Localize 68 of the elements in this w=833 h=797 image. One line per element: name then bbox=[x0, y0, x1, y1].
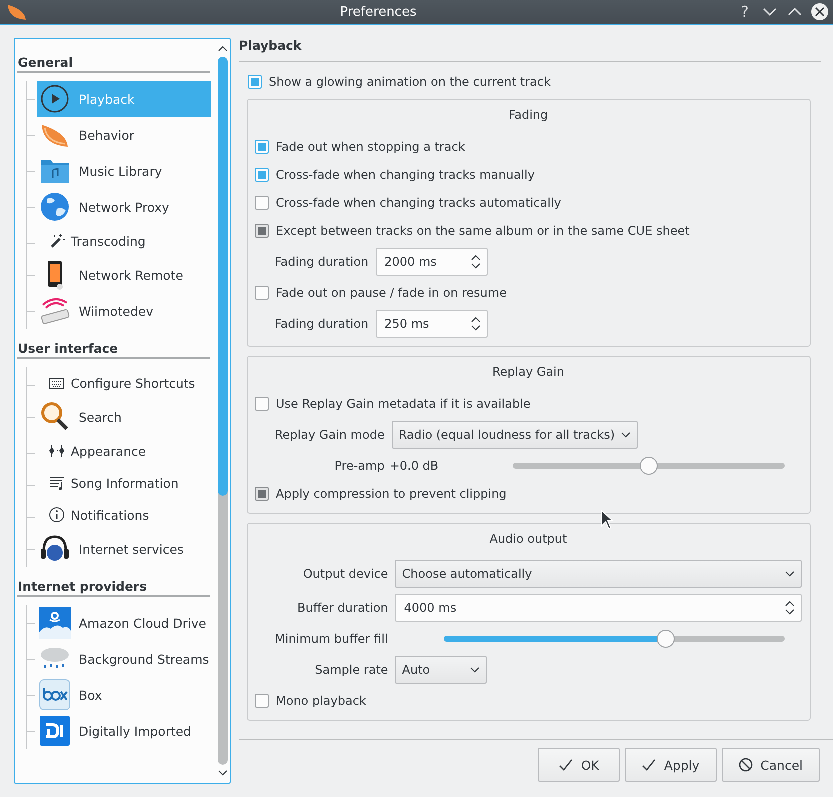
checkbox[interactable] bbox=[255, 286, 269, 300]
dropdown[interactable]: Radio (equal loudness for all tracks) bbox=[392, 421, 638, 449]
field-label: Fading duration bbox=[274, 317, 369, 331]
scrollbar[interactable] bbox=[218, 57, 228, 765]
dropdown[interactable]: Auto bbox=[395, 656, 488, 684]
checkbox[interactable] bbox=[255, 168, 269, 182]
checkbox-label: Show a glowing animation on the current track bbox=[269, 75, 551, 89]
group-header: General bbox=[17, 49, 210, 73]
field-label: Sample rate bbox=[314, 663, 388, 677]
dialog-button[interactable]: Apply bbox=[625, 748, 717, 782]
spin-arrows-icon[interactable] bbox=[470, 254, 481, 270]
field-label: Replay Gain mode bbox=[274, 428, 385, 442]
scroll-up-icon[interactable] bbox=[218, 45, 228, 53]
group-title: Replay Gain bbox=[492, 364, 566, 381]
box-icon bbox=[39, 679, 71, 711]
page-title: Playback bbox=[239, 38, 821, 62]
spin-field[interactable]: 250 ms bbox=[376, 310, 488, 338]
cloud-drive-icon bbox=[39, 607, 71, 639]
spin-arrows-icon[interactable] bbox=[470, 316, 481, 332]
checkbox-label: Fade out on pause / fade in on resume bbox=[276, 286, 507, 300]
field-label: Output device bbox=[302, 567, 388, 581]
cancel-icon bbox=[738, 758, 753, 772]
equalizer-icon bbox=[49, 443, 65, 459]
checkbox-label: Except between tracks on the same album or in the same CUE sheet bbox=[276, 224, 690, 238]
group-title: Audio output bbox=[488, 531, 568, 548]
square-logo-icon bbox=[39, 715, 71, 747]
check-icon bbox=[642, 758, 656, 772]
group-header: Internet providers bbox=[17, 573, 210, 597]
group-header: User interface bbox=[17, 335, 210, 359]
caret-icon bbox=[621, 432, 631, 438]
spin-field[interactable]: 2000 ms bbox=[376, 248, 488, 276]
caret-icon bbox=[785, 571, 795, 577]
play-icon bbox=[39, 83, 71, 115]
check-icon bbox=[559, 758, 574, 772]
caret-icon bbox=[470, 667, 480, 673]
checkbox-label: Use Replay Gain metadata if it is available bbox=[276, 397, 531, 411]
magic-wand-icon bbox=[49, 233, 65, 249]
globe-icon bbox=[39, 191, 71, 223]
field-label: Fading duration bbox=[274, 255, 369, 269]
dialog-button[interactable]: OK bbox=[538, 748, 620, 782]
checkbox-label: Apply compression to prevent clipping bbox=[276, 487, 507, 501]
spin-arrows-icon[interactable] bbox=[785, 600, 795, 616]
magnifier-icon bbox=[39, 401, 71, 433]
field-label: Minimum buffer fill bbox=[274, 632, 388, 646]
checkbox-label: Cross-fade when changing tracks manually bbox=[276, 168, 535, 182]
checkbox[interactable] bbox=[255, 397, 269, 411]
slider-reading: +0.0 dB bbox=[390, 459, 440, 473]
close-button[interactable] bbox=[811, 3, 829, 21]
scroll-down-icon[interactable] bbox=[218, 769, 228, 777]
checkbox[interactable] bbox=[255, 694, 269, 708]
checkbox-label: Fade out when stopping a track bbox=[276, 140, 466, 154]
dialog-button[interactable]: Cancel bbox=[722, 748, 820, 782]
spin-field[interactable]: 4000 ms bbox=[395, 594, 802, 622]
mouse-cursor-icon bbox=[601, 510, 615, 530]
checkbox-label: Cross-fade when changing tracks automatically bbox=[276, 196, 562, 210]
help-button[interactable]: ? bbox=[736, 3, 754, 21]
field-label: Buffer duration bbox=[296, 601, 388, 615]
checkbox[interactable] bbox=[248, 75, 262, 89]
checkbox-label: Mono playback bbox=[276, 694, 366, 708]
info-icon bbox=[49, 507, 65, 523]
checkbox[interactable] bbox=[255, 140, 269, 154]
group-title: Fading bbox=[508, 107, 550, 124]
dropdown[interactable]: Choose automatically bbox=[395, 560, 802, 588]
window-title: Preferences bbox=[339, 4, 418, 20]
checkbox[interactable] bbox=[255, 196, 269, 210]
app-icon bbox=[6, 2, 28, 22]
song-info-icon bbox=[49, 475, 65, 491]
field-label: Pre-amp bbox=[334, 459, 385, 473]
